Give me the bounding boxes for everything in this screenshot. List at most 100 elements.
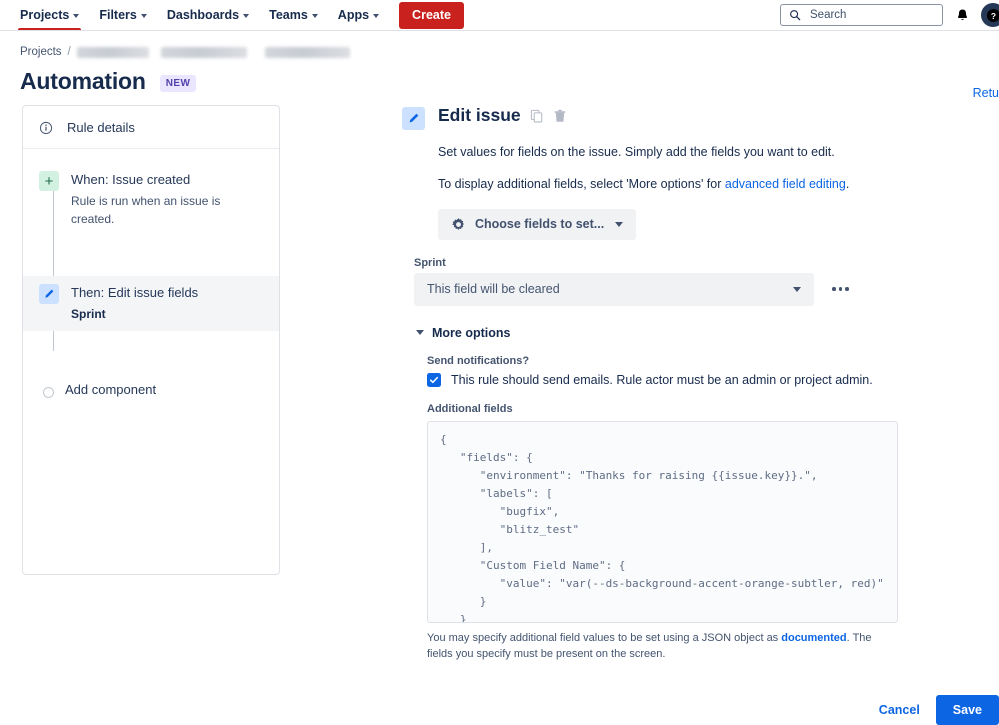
send-notifications-label: Send notifications? — [427, 355, 999, 367]
additional-fields-json-editor[interactable]: { "fields": { "environment": "Thanks for… — [427, 421, 898, 623]
circle-outline-icon — [43, 387, 54, 398]
nav-item-filters[interactable]: Filters — [89, 0, 157, 30]
chevron-down-icon — [312, 14, 318, 18]
rule-node-subtitle: Rule is run when an issue is created. — [71, 192, 263, 228]
status-badge: NEW — [160, 75, 197, 92]
pencil-icon — [402, 107, 425, 130]
rule-node-body: When: Issue created Rule is run when an … — [71, 171, 263, 228]
page-title: Automation — [20, 68, 146, 95]
sprint-select[interactable]: This field will be cleared — [414, 273, 814, 306]
add-component-row[interactable]: Add component — [23, 373, 279, 408]
additional-fields-help-text: You may specify additional field values … — [427, 630, 898, 663]
duplicate-icon[interactable] — [530, 109, 544, 123]
rule-node-subtitle: Sprint — [71, 305, 198, 323]
send-notifications-checkbox[interactable] — [427, 373, 441, 387]
rule-node-body: Add component — [65, 381, 156, 400]
description-line-2: To display additional fields, select 'Mo… — [438, 175, 849, 194]
additional-fields-label: Additional fields — [427, 403, 999, 415]
return-link[interactable]: Retu — [973, 86, 999, 100]
chevron-down-icon — [615, 222, 623, 227]
dot — [839, 287, 843, 291]
nav-right-group: ? — [780, 0, 999, 30]
create-button[interactable]: Create — [399, 2, 464, 29]
page-header: Projects / Automation NEW — [0, 30, 999, 95]
sprint-field-label: Sprint — [414, 257, 999, 269]
check-icon — [429, 375, 439, 385]
description-suffix: . — [846, 177, 849, 191]
main-content: Rule details + When: Issue created Rule … — [0, 95, 999, 663]
description-line-1: Set values for fields on the issue. Simp… — [438, 143, 849, 162]
send-notifications-row[interactable]: This rule should send emails. Rule actor… — [427, 373, 999, 387]
nav-item-label: Apps — [338, 8, 369, 22]
sprint-field-group: Sprint This field will be cleared — [402, 257, 999, 306]
cancel-button[interactable]: Cancel — [875, 696, 924, 724]
breadcrumb-redacted-segment — [161, 47, 247, 58]
edit-issue-detail-panel: Edit issue S — [280, 105, 999, 663]
plus-icon: + — [39, 171, 59, 191]
choose-fields-label: Choose fields to set... — [475, 217, 604, 231]
chevron-down-icon — [373, 14, 379, 18]
nav-item-label: Dashboards — [167, 8, 239, 22]
nav-item-apps[interactable]: Apps — [328, 0, 389, 30]
detail-header: Edit issue S — [402, 105, 999, 240]
rule-node-trigger[interactable]: + When: Issue created Rule is run when a… — [23, 163, 279, 236]
nav-item-projects[interactable]: Projects — [10, 0, 89, 30]
more-options-toggle[interactable]: More options — [402, 326, 999, 340]
nav-item-label: Teams — [269, 8, 308, 22]
nav-item-teams[interactable]: Teams — [259, 0, 328, 30]
choose-fields-button[interactable]: Choose fields to set... — [438, 209, 636, 240]
title-row: Automation NEW — [20, 68, 999, 95]
page-heading: Edit issue — [438, 105, 521, 126]
trash-icon[interactable] — [553, 109, 567, 123]
breadcrumb-separator: / — [68, 46, 71, 58]
sprint-select-row: This field will be cleared — [414, 273, 999, 306]
info-icon — [39, 121, 53, 135]
search-box[interactable] — [780, 4, 943, 26]
dot — [832, 287, 836, 291]
nav-item-label: Filters — [99, 8, 137, 22]
add-component-label: Add component — [65, 381, 156, 400]
nav-divider — [0, 30, 999, 31]
dot — [845, 287, 849, 291]
rule-node-action[interactable]: Then: Edit issue fields Sprint — [23, 276, 279, 331]
rule-node-title: When: Issue created — [71, 171, 263, 190]
rule-details-label: Rule details — [67, 120, 135, 135]
send-notifications-checkbox-label: This rule should send emails. Rule actor… — [451, 373, 873, 387]
chevron-down-icon — [416, 330, 424, 335]
breadcrumb: Projects / — [20, 46, 999, 58]
nav-item-dashboards[interactable]: Dashboards — [157, 0, 259, 30]
chevron-down-icon — [73, 14, 79, 18]
top-navigation-bar: Projects Filters Dashboards Teams Apps C… — [0, 0, 999, 30]
chevron-down-icon — [793, 287, 801, 292]
form-actions: Cancel Save — [875, 695, 999, 725]
advanced-field-editing-link[interactable]: advanced field editing — [725, 177, 846, 191]
sprint-more-actions-button[interactable] — [828, 283, 853, 295]
chevron-down-icon — [243, 14, 249, 18]
detail-header-body: Edit issue S — [438, 105, 849, 240]
more-options-content: Send notifications? This rule should sen… — [402, 355, 999, 663]
search-input[interactable] — [808, 8, 928, 22]
documented-link[interactable]: documented — [781, 632, 846, 644]
search-icon — [789, 9, 801, 21]
rule-node-body: Then: Edit issue fields Sprint — [71, 284, 198, 323]
more-options-label: More options — [432, 326, 510, 340]
pencil-icon — [39, 284, 59, 304]
svg-text:?: ? — [990, 10, 995, 20]
rule-details-row[interactable]: Rule details — [23, 106, 279, 149]
help-prefix: You may specify additional field values … — [427, 632, 781, 644]
detail-title-row: Edit issue — [438, 105, 849, 126]
rule-node-title: Then: Edit issue fields — [71, 284, 198, 303]
nav-item-label: Projects — [20, 8, 69, 22]
rule-tree: + When: Issue created Rule is run when a… — [23, 149, 279, 408]
help-icon[interactable]: ? — [981, 3, 999, 27]
gear-icon — [451, 217, 466, 232]
chevron-down-icon — [141, 14, 147, 18]
breadcrumb-item-projects[interactable]: Projects — [20, 46, 62, 58]
breadcrumb-redacted-segment — [265, 47, 350, 58]
description-prefix: To display additional fields, select 'Mo… — [438, 177, 725, 191]
breadcrumb-redacted-segment — [77, 47, 149, 58]
rule-builder-panel: Rule details + When: Issue created Rule … — [22, 105, 280, 575]
nav-items: Projects Filters Dashboards Teams Apps C… — [10, 0, 464, 30]
save-button[interactable]: Save — [936, 695, 999, 725]
notifications-bell-icon[interactable] — [951, 4, 973, 26]
